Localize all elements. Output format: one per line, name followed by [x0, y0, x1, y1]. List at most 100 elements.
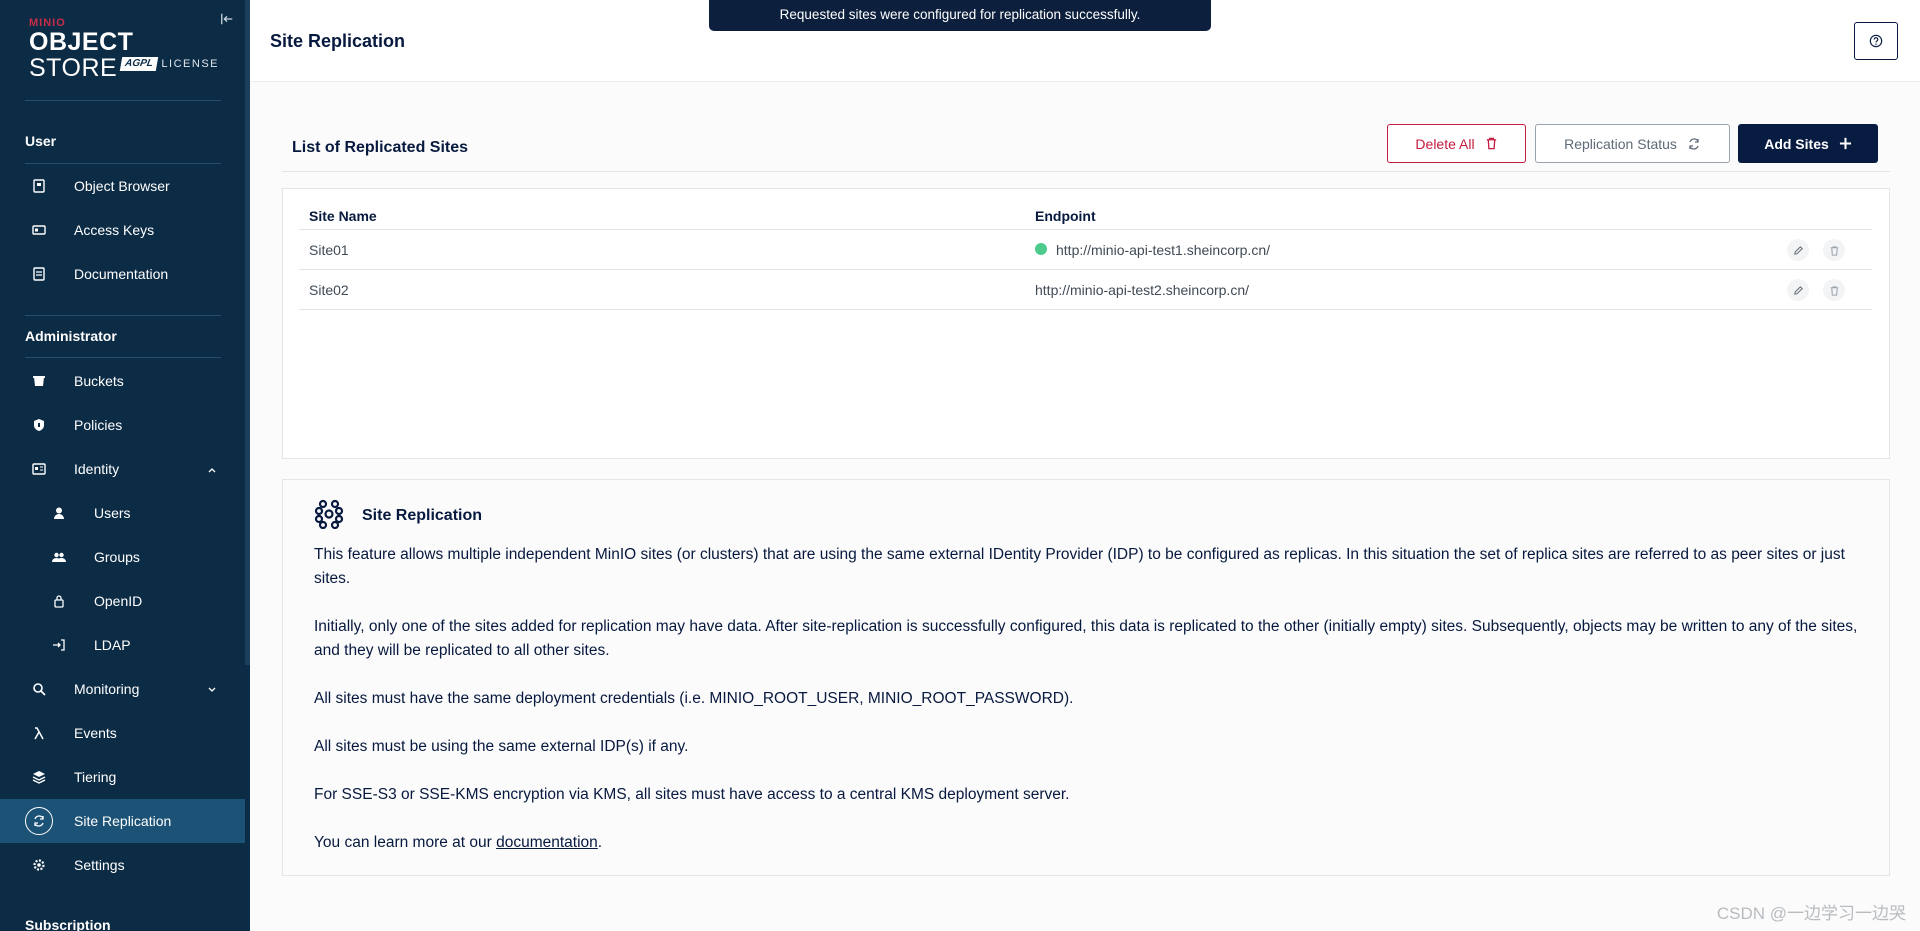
- sidebar-item-label: Policies: [74, 417, 123, 433]
- replication-status-button[interactable]: Replication Status: [1535, 124, 1730, 163]
- documentation-link[interactable]: documentation: [496, 834, 598, 851]
- divider: [25, 100, 221, 101]
- sidebar-item-label: Object Browser: [74, 178, 170, 194]
- login-icon: [50, 636, 68, 654]
- plus-icon: [1839, 137, 1851, 150]
- sidebar-item-documentation[interactable]: Documentation: [0, 252, 245, 296]
- table-row[interactable]: Site02 http://minio-api-test2.sheincorp.…: [299, 269, 1872, 309]
- sidebar-item-openid[interactable]: OpenID: [0, 579, 245, 623]
- object-browser-icon: [30, 177, 48, 195]
- lambda-icon: [30, 724, 48, 742]
- column-header-site-name: Site Name: [309, 208, 377, 224]
- online-status-dot: [1035, 243, 1047, 255]
- site-name-cell: Site02: [309, 282, 349, 298]
- delete-all-button[interactable]: Delete All: [1387, 124, 1526, 163]
- sidebar-item-monitoring[interactable]: Monitoring: [0, 667, 245, 711]
- sidebar-item-identity[interactable]: Identity: [0, 447, 245, 491]
- sidebar-item-label: Settings: [74, 857, 125, 873]
- license-label: LICENSE: [161, 58, 219, 70]
- info-title: Site Replication: [362, 507, 483, 524]
- sidebar-item-settings[interactable]: Settings: [0, 843, 245, 887]
- help-button[interactable]: [1854, 22, 1898, 60]
- sidebar-item-label: Site Replication: [74, 813, 172, 829]
- column-header-endpoint: Endpoint: [1035, 208, 1096, 224]
- site-replication-icon: [25, 807, 53, 835]
- pencil-icon: [1793, 285, 1803, 295]
- sidebar-item-label: Users: [94, 505, 131, 521]
- sidebar: MINIO OBJECT STORE AGPL LICENSE User Obj…: [0, 0, 250, 931]
- sidebar-item-events[interactable]: Events: [0, 711, 245, 755]
- groups-icon: [50, 548, 68, 566]
- sidebar-item-label: Identity: [74, 461, 120, 477]
- chevron-down-icon: [206, 683, 218, 695]
- sidebar-item-object-browser[interactable]: Object Browser: [0, 164, 245, 208]
- tiering-icon: [30, 768, 48, 786]
- sidebar-item-access-keys[interactable]: Access Keys: [0, 208, 245, 252]
- success-toast: Requested sites were configured for repl…: [709, 0, 1211, 31]
- edit-site-button[interactable]: [1787, 279, 1809, 301]
- divider: [25, 315, 221, 316]
- sidebar-item-label: Access Keys: [74, 222, 155, 238]
- info-paragraph: Initially, only one of the sites added f…: [314, 618, 1858, 659]
- add-sites-label: Add Sites: [1764, 135, 1829, 152]
- main-content: List of Replicated Sites Delete All Repl…: [250, 82, 1920, 931]
- section-subscription: Subscription: [25, 917, 111, 931]
- info-paragraph: All sites must be using the same externa…: [314, 738, 689, 755]
- info-paragraph: For SSE-S3 or SSE-KMS encryption via KMS…: [314, 786, 1070, 803]
- section-user: User: [25, 133, 57, 149]
- info-paragraph: All sites must have the same deployment …: [314, 690, 1074, 707]
- gear-icon: [30, 856, 48, 874]
- info-paragraph: This feature allows multiple independent…: [314, 546, 1845, 587]
- replication-status-label: Replication Status: [1564, 135, 1677, 152]
- sidebar-item-groups[interactable]: Groups: [0, 535, 245, 579]
- cluster-icon: [314, 499, 344, 530]
- divider: [25, 357, 221, 358]
- sidebar-item-label: OpenID: [94, 593, 143, 609]
- agpl-badge: AGPL: [119, 57, 159, 71]
- users-icon: [50, 504, 68, 522]
- sidebar-item-policies[interactable]: Policies: [0, 403, 245, 447]
- logo: MINIO OBJECT STORE AGPL LICENSE: [29, 17, 219, 82]
- delete-site-button[interactable]: [1823, 279, 1845, 301]
- help-icon: [1869, 34, 1883, 48]
- sidebar-item-buckets[interactable]: Buckets: [0, 359, 245, 403]
- trash-icon: [1830, 245, 1838, 256]
- sidebar-item-label: Buckets: [74, 373, 124, 389]
- delete-site-button[interactable]: [1823, 239, 1845, 261]
- sidebar-item-label: Groups: [94, 549, 140, 565]
- trash-icon: [1486, 137, 1496, 150]
- trash-icon: [1830, 285, 1838, 296]
- policies-icon: [30, 416, 48, 434]
- monitoring-icon: [30, 680, 48, 698]
- watermark: CSDN @一边学习一边哭: [1716, 904, 1906, 923]
- identity-icon: [30, 460, 48, 478]
- page-title: Site Replication: [270, 31, 406, 51]
- table-row-divider: [299, 309, 1872, 310]
- buckets-icon: [30, 372, 48, 390]
- pencil-icon: [1793, 245, 1803, 255]
- delete-all-label: Delete All: [1415, 135, 1475, 152]
- list-title: List of Replicated Sites: [292, 139, 469, 156]
- sidebar-item-ldap[interactable]: LDAP: [0, 623, 245, 667]
- sidebar-item-label: LDAP: [94, 637, 131, 653]
- edit-site-button[interactable]: [1787, 239, 1809, 261]
- chevron-up-icon: [206, 463, 218, 475]
- learn-more-text: You can learn more at our documentation.: [314, 834, 603, 851]
- sidebar-item-label: Events: [74, 725, 117, 741]
- add-sites-button[interactable]: Add Sites: [1738, 124, 1878, 163]
- refresh-icon: [1689, 137, 1699, 150]
- sidebar-item-tiering[interactable]: Tiering: [0, 755, 245, 799]
- access-keys-icon: [30, 221, 48, 239]
- sidebar-item-users[interactable]: Users: [0, 491, 245, 535]
- collapse-sidebar-icon[interactable]: [219, 12, 235, 28]
- sidebar-item-label: Tiering: [74, 769, 117, 785]
- documentation-icon: [30, 265, 48, 283]
- sidebar-item-label: Documentation: [74, 266, 169, 282]
- section-administrator: Administrator: [25, 328, 117, 344]
- sidebar-item-label: Monitoring: [74, 681, 140, 697]
- logo-brand-big: OBJECT STORE: [29, 28, 134, 82]
- lock-icon: [50, 592, 68, 610]
- site-replication-info-box: Site Replication This feature allows mul…: [282, 479, 1890, 876]
- sidebar-item-site-replication[interactable]: Site Replication: [0, 799, 245, 843]
- table-row[interactable]: Site01 http://minio-api-test1.sheincorp.…: [299, 229, 1872, 269]
